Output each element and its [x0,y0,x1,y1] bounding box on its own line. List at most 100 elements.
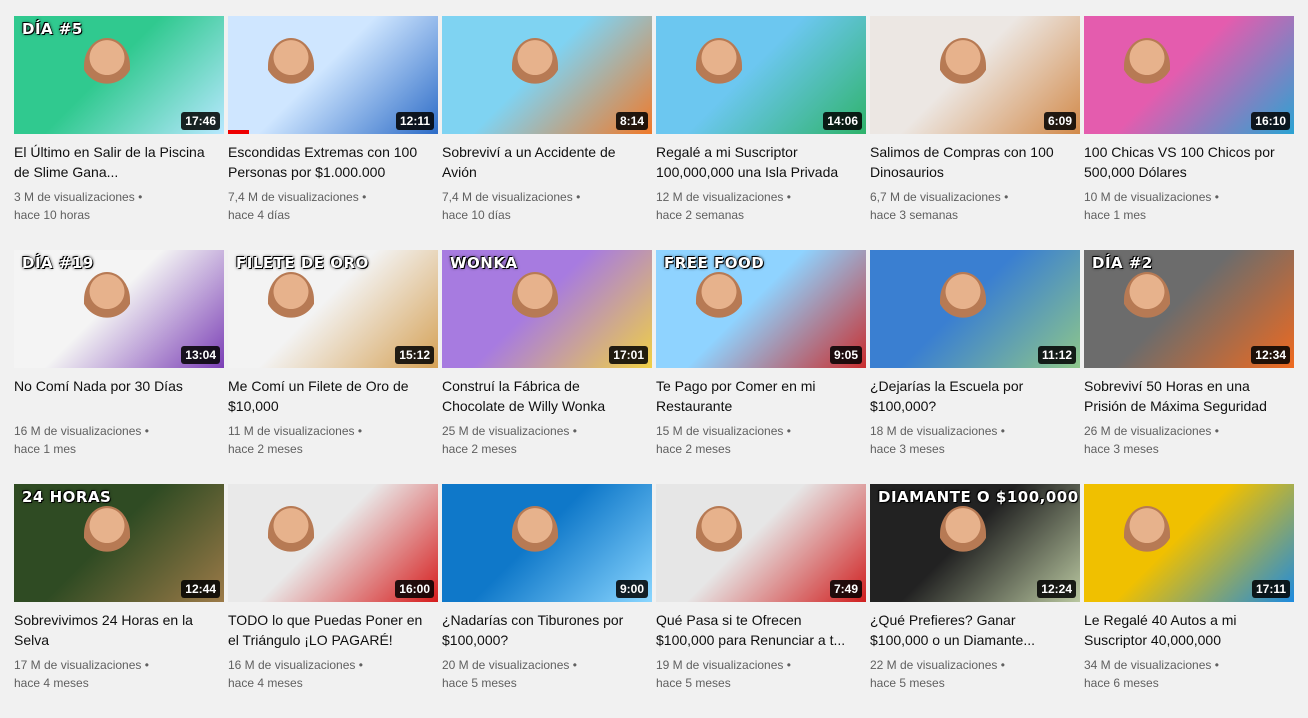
video-title[interactable]: Sobreviví a un Accidente de Avión [442,142,652,182]
video-card[interactable]: 12:11 Escondidas Extremas con 100 Persona… [228,16,438,250]
video-card[interactable]: 6:09 Salimos de Compras con 100 Dinosauri… [870,16,1080,250]
video-duration-badge: 12:44 [181,580,220,598]
video-metadata: 6,7 M de visualizaciones hace 3 semanas [870,188,1080,224]
upload-age: hace 4 meses [14,676,89,690]
upload-age: hace 10 días [442,208,511,222]
view-count: 34 M de visualizaciones [1084,656,1294,674]
thumbnail-overlay-text: DÍA #2 [1092,254,1153,272]
video-title[interactable]: Me Comí un Filete de Oro de $10,000 [228,376,438,416]
video-title[interactable]: Te Pago por Comer en mi Restaurante [656,376,866,416]
video-duration-badge: 12:34 [1251,346,1290,364]
video-title[interactable]: 100 Chicas VS 100 Chicos por 500,000 Dól… [1084,142,1294,182]
video-metadata: 10 M de visualizaciones hace 1 mes [1084,188,1294,224]
thumbnail-person [1124,38,1170,94]
video-thumbnail[interactable]: FILETE DE ORO 15:12 [228,250,438,368]
video-metadata: 3 M de visualizaciones hace 10 horas [14,188,224,224]
thumbnail-person [512,272,558,328]
video-title[interactable]: Qué Pasa si te Ofrecen $100,000 para Ren… [656,610,866,650]
video-thumbnail[interactable]: DIAMANTE O $100,000 12:24 [870,484,1080,602]
video-card[interactable]: DÍA #2 12:34 Sobreviví 50 Horas en una Pri… [1084,250,1294,484]
video-title[interactable]: Construí la Fábrica de Chocolate de Will… [442,376,652,416]
thumbnail-overlay-text: FILETE DE ORO [236,254,369,272]
video-card[interactable]: 11:12 ¿Dejarías la Escuela por $100,000? 1… [870,250,1080,484]
video-thumbnail[interactable]: 6:09 [870,16,1080,134]
video-duration-badge: 7:49 [829,580,862,598]
video-thumbnail[interactable]: 16:10 [1084,16,1294,134]
video-metadata: 7,4 M de visualizaciones hace 10 días [442,188,652,224]
view-count: 19 M de visualizaciones [656,656,866,674]
video-thumbnail[interactable]: 9:00 [442,484,652,602]
video-card[interactable]: 17:11 Le Regalé 40 Autos a mi Suscriptor … [1084,484,1294,718]
thumbnail-person [1124,272,1170,328]
video-title[interactable]: Le Regalé 40 Autos a mi Suscriptor 40,00… [1084,610,1294,650]
video-card[interactable]: 7:49 Qué Pasa si te Ofrecen $100,000 para… [656,484,866,718]
video-thumbnail[interactable]: 16:00 [228,484,438,602]
video-card[interactable]: DÍA #5 17:46 El Último en Salir de la Pisc… [14,16,224,250]
video-duration-badge: 17:11 [1251,580,1290,598]
video-card[interactable]: 8:14 Sobreviví a un Accidente de Avión 7,4… [442,16,652,250]
video-card[interactable]: FREE FOOD 9:05 Te Pago por Comer en mi Res… [656,250,866,484]
thumbnail-person [940,38,986,94]
video-duration-badge: 11:12 [1037,346,1076,364]
video-thumbnail[interactable]: 7:49 [656,484,866,602]
video-card[interactable]: DIAMANTE O $100,000 12:24 ¿Qué Prefieres? … [870,484,1080,718]
video-thumbnail[interactable]: 8:14 [442,16,652,134]
video-title[interactable]: ¿Dejarías la Escuela por $100,000? [870,376,1080,416]
video-thumbnail[interactable]: WONKA 17:01 [442,250,652,368]
video-title[interactable]: TODO lo que Puedas Poner en el Triángulo… [228,610,438,650]
video-title[interactable]: Salimos de Compras con 100 Dinosaurios [870,142,1080,182]
video-duration-badge: 15:12 [395,346,434,364]
video-thumbnail[interactable]: DÍA #5 17:46 [14,16,224,134]
upload-age: hace 6 meses [1084,676,1159,690]
video-grid: DÍA #5 17:46 El Último en Salir de la Pisc… [14,16,1294,718]
video-thumbnail[interactable]: 24 HORAS 12:44 [14,484,224,602]
video-duration-badge: 9:05 [829,346,862,364]
upload-age: hace 1 mes [1084,208,1147,222]
video-metadata: 19 M de visualizaciones hace 5 meses [656,656,866,692]
upload-age: hace 5 meses [656,676,731,690]
video-metadata: 12 M de visualizaciones hace 2 semanas [656,188,866,224]
video-duration-badge: 8:14 [615,112,648,130]
video-card[interactable]: 16:00 TODO lo que Puedas Poner en el Triá… [228,484,438,718]
video-card[interactable]: 24 HORAS 12:44 Sobrevivimos 24 Horas en la… [14,484,224,718]
thumbnail-person [696,272,742,328]
upload-age: hace 10 horas [14,208,91,222]
thumbnail-overlay-text: DIAMANTE O $100,000 [878,488,1079,506]
video-card[interactable]: DÍA #19 13:04 No Comí Nada por 30 Días 16 M… [14,250,224,484]
video-thumbnail[interactable]: FREE FOOD 9:05 [656,250,866,368]
video-duration-badge: 13:04 [181,346,220,364]
thumbnail-person [512,506,558,562]
video-thumbnail[interactable]: DÍA #19 13:04 [14,250,224,368]
video-thumbnail[interactable]: 17:11 [1084,484,1294,602]
thumbnail-person [1124,506,1170,562]
video-title[interactable]: El Último en Salir de la Piscina de Slim… [14,142,224,182]
video-metadata: 25 M de visualizaciones hace 2 meses [442,422,652,458]
view-count: 17 M de visualizaciones [14,656,224,674]
video-title[interactable]: Sobrevivimos 24 Horas en la Selva [14,610,224,650]
video-thumbnail[interactable]: 11:12 [870,250,1080,368]
video-metadata: 17 M de visualizaciones hace 4 meses [14,656,224,692]
video-card[interactable]: FILETE DE ORO 15:12 Me Comí un Filete de O… [228,250,438,484]
video-card[interactable]: 14:06 Regalé a mi Suscriptor 100,000,000 … [656,16,866,250]
video-thumbnail[interactable]: DÍA #2 12:34 [1084,250,1294,368]
video-card[interactable]: 9:00 ¿Nadarías con Tiburones por $100,000… [442,484,652,718]
video-title[interactable]: Sobreviví 50 Horas en una Prisión de Máx… [1084,376,1294,416]
upload-age: hace 2 meses [442,442,517,456]
video-duration-badge: 16:00 [395,580,434,598]
view-count: 3 M de visualizaciones [14,188,224,206]
view-count: 7,4 M de visualizaciones [228,188,438,206]
video-title[interactable]: ¿Nadarías con Tiburones por $100,000? [442,610,652,650]
video-title[interactable]: No Comí Nada por 30 Días [14,376,224,416]
thumbnail-person [512,38,558,94]
video-title[interactable]: Escondidas Extremas con 100 Personas por… [228,142,438,182]
video-card[interactable]: WONKA 17:01 Construí la Fábrica de Chocola… [442,250,652,484]
view-count: 15 M de visualizaciones [656,422,866,440]
video-card[interactable]: 16:10 100 Chicas VS 100 Chicos por 500,00… [1084,16,1294,250]
view-count: 22 M de visualizaciones [870,656,1080,674]
video-metadata: 26 M de visualizaciones hace 3 meses [1084,422,1294,458]
video-thumbnail[interactable]: 12:11 [228,16,438,134]
thumbnail-person [696,38,742,94]
video-thumbnail[interactable]: 14:06 [656,16,866,134]
video-title[interactable]: ¿Qué Prefieres? Ganar $100,000 o un Diam… [870,610,1080,650]
video-title[interactable]: Regalé a mi Suscriptor 100,000,000 una I… [656,142,866,182]
